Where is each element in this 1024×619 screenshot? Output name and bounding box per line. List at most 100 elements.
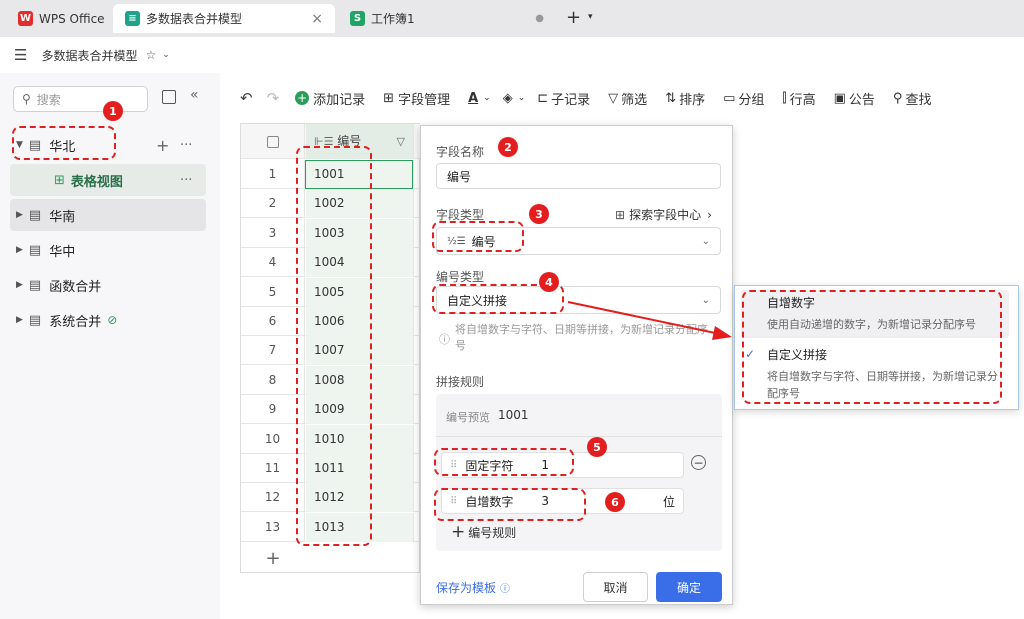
find-button[interactable]: ⚲ 查找: [893, 89, 932, 108]
notice-button[interactable]: ▣ 公告: [834, 89, 875, 108]
sub-record-button[interactable]: ⊏ 子记录: [537, 89, 590, 108]
font-color-button[interactable]: A ⌄: [468, 91, 491, 106]
sync-check-icon: ⊘: [107, 313, 118, 327]
row-height-button[interactable]: ⫿ 行高: [782, 89, 815, 108]
divider: [436, 436, 722, 437]
search-icon: ⚲: [892, 90, 903, 106]
star-icon[interactable]: ☆: [145, 48, 156, 62]
filter-icon: ▽: [608, 90, 619, 106]
info-icon: ⓘ: [439, 333, 450, 346]
more-icon[interactable]: ···: [180, 173, 192, 188]
cancel-button[interactable]: 取消: [583, 572, 648, 602]
number-type-label: 编号类型: [436, 270, 485, 284]
dot-icon: ●: [535, 13, 544, 24]
preview-label: 编号预览: [446, 411, 490, 424]
menu-icon[interactable]: ☰: [14, 46, 27, 64]
tab-label: 多数据表合并模型: [146, 12, 243, 26]
dbtable-logo-icon: ≡: [125, 11, 140, 26]
field-manage-button[interactable]: ⊞ 字段管理: [383, 89, 450, 108]
sidebar-item-label: 函数合并: [49, 279, 102, 295]
find-label: 查找: [905, 92, 932, 108]
confirm-button[interactable]: 确定: [656, 572, 722, 602]
folder-icon: ▭: [723, 90, 736, 106]
caret-right-icon: ▶: [16, 315, 23, 325]
sidebar-item-label: 系统合并: [49, 314, 102, 330]
sidebar-item-label: 表格视图: [70, 174, 123, 190]
plus-icon: +: [451, 522, 466, 542]
document-title: 多数据表合并模型: [41, 48, 138, 63]
grid-icon: ⊞: [615, 207, 626, 222]
undo-icon[interactable]: ↶: [240, 89, 253, 107]
add-row[interactable]: +: [241, 544, 421, 573]
fill-color-button[interactable]: ◈ ⌄: [503, 91, 526, 106]
plus-circle-icon: +: [295, 91, 310, 105]
collapse-icon[interactable]: «: [190, 87, 199, 103]
add-record-label: 添加记录: [313, 92, 366, 108]
wps-logo-icon: W: [18, 11, 33, 26]
search-input[interactable]: ⚲ 搜索: [13, 86, 148, 112]
panel-icon[interactable]: [162, 90, 176, 104]
chevron-down-icon: ⌄: [483, 93, 491, 103]
sort-icon: ⇅: [665, 90, 677, 106]
add-icon[interactable]: +: [156, 136, 169, 155]
group-label: 分组: [738, 92, 765, 108]
sidebar-item-table-view[interactable]: ⊞ 表格视图 ···: [10, 164, 206, 196]
step-badge-2: 2: [498, 137, 518, 157]
explore-field-center-link[interactable]: ⊞ 探索字段中心 ›: [615, 206, 712, 223]
explore-link-label: 探索字段中心: [629, 208, 702, 222]
chevron-down-icon[interactable]: ⌄: [162, 50, 170, 60]
field-name-input[interactable]: 编号: [436, 163, 721, 189]
highlight-box-fixed-char: [434, 448, 574, 476]
tab-label: WPS Office: [39, 11, 105, 26]
add-rule-button[interactable]: + 编号规则: [451, 522, 516, 542]
search-placeholder: 搜索: [36, 92, 61, 107]
step-badge-5: 5: [587, 437, 607, 457]
more-icon[interactable]: ···: [180, 138, 192, 153]
tab-wps-office[interactable]: W WPS Office: [8, 4, 108, 33]
field-config-panel: 字段名称 编号 字段类型 ⊞ 探索字段中心 › ½☰ 编号 ⌄ 编号类型 自定义…: [420, 125, 733, 605]
step-badge-3: 3: [529, 204, 549, 224]
fields-icon: ⊞: [383, 90, 395, 106]
sub-record-icon: ⊏: [537, 90, 549, 106]
step-badge-1: 1: [103, 101, 123, 121]
sidebar-item-huanan[interactable]: ▶ ▤ 华南: [10, 199, 206, 231]
step-badge-4: 4: [539, 272, 559, 292]
step-badge-6: 6: [605, 492, 625, 512]
font-color-icon: A: [468, 90, 479, 106]
highlight-box-auto-number: [434, 488, 586, 521]
save-template-label: 保存为模板: [436, 581, 497, 595]
tab-model[interactable]: ≡ 多数据表合并模型 ×: [113, 4, 335, 33]
chevron-right-icon: ›: [707, 207, 712, 222]
new-tab-icon[interactable]: +: [566, 7, 581, 28]
table-sync-icon: ▤: [28, 312, 42, 328]
sidebar-item-huazhong[interactable]: ▶ ▤ 华中: [10, 234, 206, 266]
group-button[interactable]: ▭ 分组: [723, 89, 764, 108]
chevron-down-icon: ⌄: [701, 235, 710, 247]
add-record-button[interactable]: + 添加记录: [295, 89, 365, 108]
filter-label: 筛选: [621, 92, 648, 108]
rule2-unit: 位: [662, 494, 675, 509]
chevron-down-icon[interactable]: ▾: [588, 12, 593, 22]
preview-value: 1001: [498, 408, 529, 422]
sub-record-label: 子记录: [551, 92, 591, 108]
row-height-icon: ⫿: [782, 90, 787, 106]
redo-icon[interactable]: ↷: [267, 89, 280, 107]
rules-label: 拼接规则: [436, 375, 485, 389]
caret-right-icon: ▶: [16, 210, 23, 220]
filter-icon[interactable]: ▽: [397, 124, 405, 159]
sidebar-item-func-merge[interactable]: ▶ ▤ 函数合并: [10, 269, 206, 301]
close-icon[interactable]: ×: [311, 11, 323, 27]
tab-workbook[interactable]: S 工作簿1 ●: [342, 4, 554, 33]
sidebar-item-sys-merge[interactable]: ▶ ▤ 系统合并 ⊘: [10, 304, 206, 336]
checkbox-icon: [266, 135, 279, 148]
filter-button[interactable]: ▽ 筛选: [608, 89, 647, 108]
remove-rule-icon[interactable]: −: [691, 455, 706, 470]
highlight-box-field-type: [432, 221, 524, 252]
tab-bar: W WPS Office ≡ 多数据表合并模型 × S 工作簿1 ● + ▾: [0, 0, 1024, 37]
caret-right-icon: ▶: [16, 245, 23, 255]
save-template-link[interactable]: 保存为模板 ⓘ: [436, 579, 510, 596]
notice-label: 公告: [848, 92, 875, 108]
add-row-icon[interactable]: +: [241, 544, 305, 573]
sort-button[interactable]: ⇅ 排序: [665, 89, 705, 108]
toolbar: ↶ ↷ + 添加记录 ⊞ 字段管理 A ⌄ ◈ ⌄ ⊏ 子记录 ▽ 筛选 ⇅ 排…: [220, 73, 1024, 123]
